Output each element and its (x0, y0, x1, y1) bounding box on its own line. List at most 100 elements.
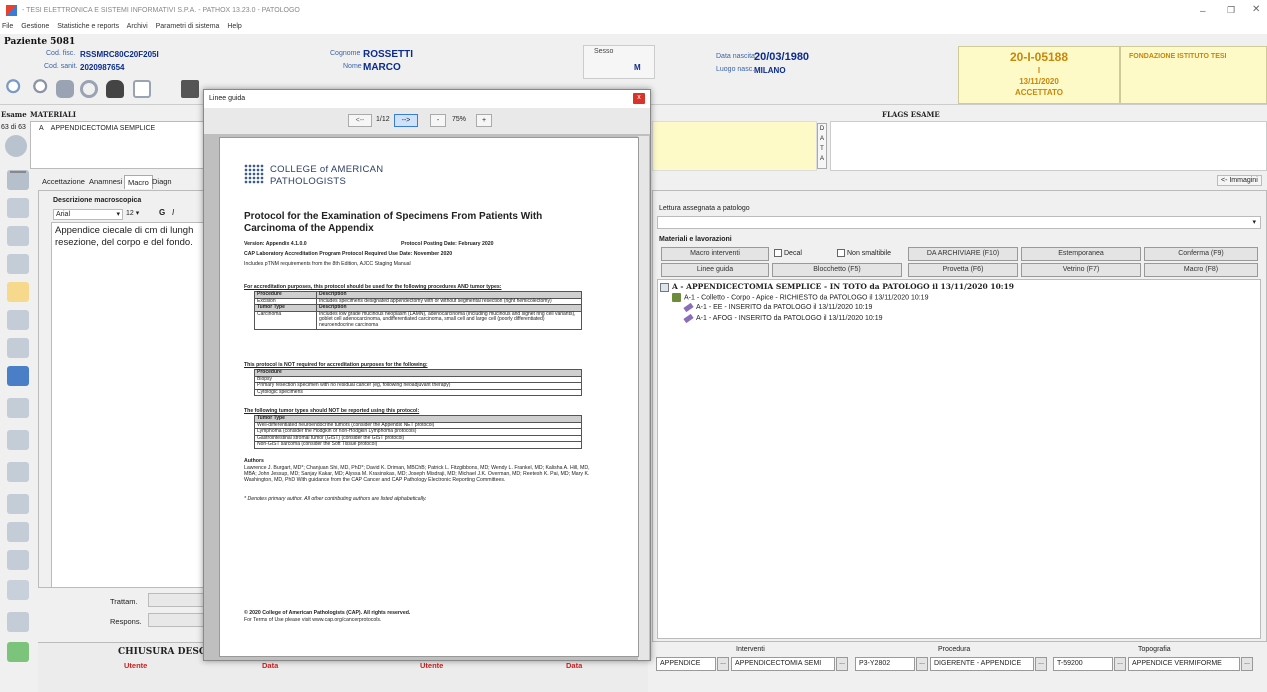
data-vertical-button[interactable]: DATA (817, 123, 827, 169)
first-record-icon[interactable] (7, 170, 29, 190)
person-icon[interactable] (106, 80, 124, 98)
macro-textarea[interactable]: Appendice ciecale di cm di lungh resezio… (51, 222, 208, 588)
next-page-button[interactable]: --> (394, 114, 418, 127)
archiviare-button[interactable]: DA ARCHIVIARE (F10) (908, 247, 1018, 261)
provetta-button[interactable]: Provetta (F6) (908, 263, 1018, 277)
linee-guida-dialog: Linee guida x <-- 1/12 --> - 75% + COLLE… (203, 89, 651, 661)
edit-document-icon[interactable] (7, 310, 29, 330)
pdf-scrollbar[interactable] (638, 136, 649, 660)
estemporanea-button[interactable]: Estemporanea (1021, 247, 1141, 261)
export-icon[interactable] (7, 338, 29, 358)
document-icon[interactable] (133, 80, 151, 98)
new-document-icon[interactable] (7, 282, 29, 302)
procedura-desc-lookup[interactable]: ... (1035, 657, 1047, 671)
dialog-close-button[interactable]: x (633, 93, 645, 104)
navigate-icon[interactable] (5, 135, 27, 157)
tree-item-ee[interactable]: A-1 - EE - INSERITO da PATOLOGO il 13/11… (683, 302, 872, 312)
respons-field[interactable] (148, 613, 206, 627)
minimize-icon[interactable]: – (1200, 6, 1206, 17)
menu-file[interactable]: File (2, 23, 13, 30)
scan-icon[interactable] (7, 462, 29, 482)
immagini-button[interactable]: <- Immagini (1217, 175, 1262, 186)
preview-icon[interactable] (7, 494, 29, 514)
topografia-code-lookup[interactable]: ... (1114, 657, 1126, 671)
materiali-label: MATERIALI (30, 110, 77, 119)
procedura-code-lookup[interactable]: ... (916, 657, 928, 671)
topografia-desc-lookup[interactable]: ... (1241, 657, 1253, 671)
topografia-code-field[interactable]: T-59200 (1053, 657, 1113, 671)
tab-diagnosi[interactable]: Diagn (152, 177, 172, 186)
menu-parametri[interactable]: Parametri di sistema (156, 23, 220, 30)
tree-item-a[interactable]: A - APPENDICECTOMIA SEMPLICE - IN TOTO d… (660, 282, 1014, 292)
undo-icon[interactable] (7, 642, 29, 662)
zoom-icon[interactable] (7, 398, 29, 418)
interventi-code-field[interactable]: APPENDICE (656, 657, 716, 671)
interventi-code-lookup[interactable]: ... (717, 657, 729, 671)
menu-statistiche[interactable]: Statistiche e reports (57, 23, 119, 30)
bold-button[interactable]: G (159, 208, 165, 217)
previous-record-icon[interactable] (7, 198, 29, 218)
print-icon[interactable] (7, 522, 29, 542)
flags-yellow-area (652, 121, 817, 171)
not-report-table: Tumor Type Well-differentiated neuroendo… (254, 415, 582, 449)
material-list[interactable]: A APPENDICECTOMIA SEMPLICE (30, 121, 205, 169)
zoom-level: 75% (452, 116, 467, 123)
procedura-code-field[interactable]: P3-Y2802 (855, 657, 915, 671)
material-row[interactable]: A APPENDICECTOMIA SEMPLICE (39, 125, 155, 132)
exit-icon[interactable] (7, 580, 29, 600)
report-icon[interactable] (7, 550, 29, 570)
menu-archivi[interactable]: Archivi (127, 23, 148, 30)
last-record-icon[interactable] (7, 254, 29, 274)
interventi-desc-field[interactable]: APPENDICECTOMIA SEMI (731, 657, 835, 671)
menu-gestione[interactable]: Gestione (21, 23, 49, 30)
topografia-desc-field[interactable]: APPENDICE VERMIFORME (1128, 657, 1240, 671)
procedura-desc-field[interactable]: DIGERENTE - APPENDICE (930, 657, 1034, 671)
interventi-desc-lookup[interactable]: ... (836, 657, 848, 671)
macro-f8-button[interactable]: Macro (F8) (1144, 263, 1258, 277)
linee-guida-button[interactable]: Linee guida (661, 263, 769, 277)
lettura-select[interactable]: ▾ (657, 216, 1261, 229)
tab-accettazione[interactable]: Accettazione (42, 177, 85, 186)
exam-code-box: 20-I-05188 I 13/11/2020 ACCETTATO (958, 46, 1120, 104)
tree-item-a1[interactable]: A-1 - Colletto - Corpo - Apice - RICHIES… (672, 293, 928, 302)
binoculars-icon[interactable] (56, 80, 74, 98)
refresh-icon[interactable] (80, 80, 98, 98)
italic-button[interactable]: I (172, 208, 174, 217)
chiusura-title: CHIUSURA DESCR (118, 647, 214, 657)
materials-tree[interactable]: A - APPENDICECTOMIA SEMPLICE - IN TOTO d… (657, 279, 1261, 639)
cod-fisc-label: Cod. fisc. (46, 50, 76, 57)
save-icon[interactable] (7, 366, 29, 386)
trattam-field[interactable] (148, 593, 206, 607)
restore-icon[interactable]: ❐ (1227, 5, 1235, 16)
close-icon[interactable]: ✕ (1252, 4, 1260, 15)
menu-help[interactable]: Help (227, 23, 241, 30)
trattam-label: Trattam. (110, 597, 138, 606)
flags-panel: FLAGS ESAME DATA (652, 107, 1267, 172)
size-select[interactable]: 12 ▾ (126, 209, 139, 217)
attach-icon[interactable] (7, 612, 29, 632)
vetrino-button[interactable]: Vetrino (F7) (1021, 263, 1141, 277)
procedura-label: Procedura (938, 646, 971, 653)
pdf-page: COLLEGE of AMERICAN PATHOLOGISTS Protoco… (219, 137, 639, 657)
find-icon[interactable] (7, 430, 29, 450)
zoom-out-button[interactable]: - (430, 114, 446, 127)
tab-anamnesi[interactable]: Anamnesi (89, 177, 122, 186)
zoom-in-button[interactable]: + (476, 114, 492, 127)
accred-heading: For accreditation purposes, this protoco… (244, 284, 502, 290)
copy-icon[interactable] (181, 80, 199, 98)
prev-page-button[interactable]: <-- (348, 114, 372, 127)
interventi-label: Interventi (736, 646, 765, 653)
decal-checkbox[interactable]: Decal (774, 249, 802, 257)
blocchetto-button[interactable]: Blocchetto (F5) (772, 263, 902, 277)
font-select[interactable]: Arial ▾ (53, 209, 123, 220)
conferma-button[interactable]: Conferma (F9) (1144, 247, 1258, 261)
macro-panel: Descrizione macroscopica Arial ▾ 12 ▾ G I… (38, 190, 208, 588)
tree-item-afog[interactable]: A-1 - AFOG - INSERITO da PATOLOGO il 13/… (683, 313, 883, 323)
search-icon[interactable] (33, 79, 51, 97)
search-patient-icon[interactable] (6, 79, 24, 97)
dialog-title-bar: Linee guida x (204, 90, 650, 108)
next-record-icon[interactable] (7, 226, 29, 246)
macro-interventi-button[interactable]: Macro interventi (661, 247, 769, 261)
tab-macro[interactable]: Macro (124, 175, 153, 189)
non-smaltibile-checkbox[interactable]: Non smaltibile (837, 249, 891, 257)
